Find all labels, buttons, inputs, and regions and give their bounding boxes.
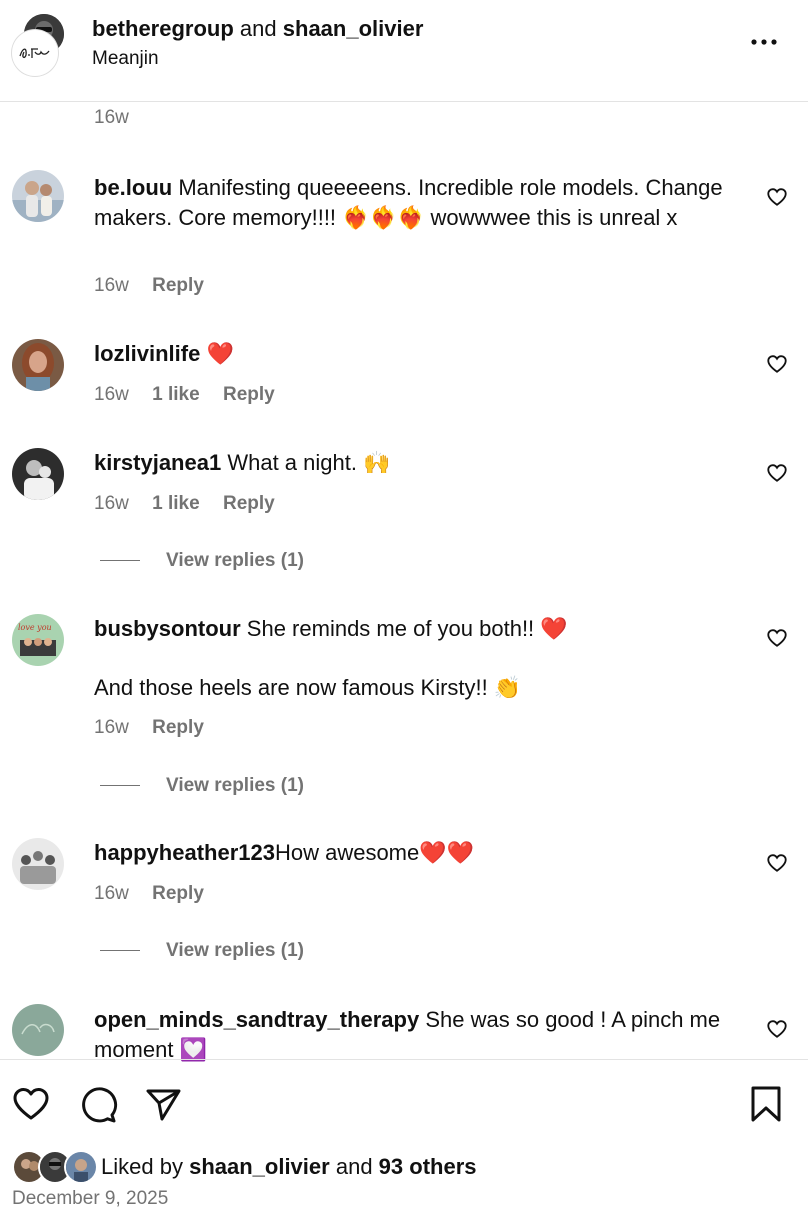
- liked-by-others-count[interactable]: 93 others: [379, 1154, 477, 1179]
- replies-divider-line: [100, 950, 140, 952]
- like-heart-icon[interactable]: [766, 186, 788, 208]
- comment-text: ❤️: [206, 341, 234, 366]
- reply-button[interactable]: Reply: [152, 883, 204, 904]
- action-bar-divider: [0, 1059, 808, 1060]
- avatar: [64, 1150, 98, 1184]
- comment-body: happyheather123How awesome❤️❤️: [94, 838, 734, 868]
- comment-body: open_minds_sandtray_therapy She was so g…: [94, 1005, 734, 1064]
- likes-count[interactable]: 1 like: [152, 493, 200, 514]
- more-horizontal-icon[interactable]: [748, 26, 780, 58]
- comment-username[interactable]: be.louu: [94, 175, 172, 200]
- comment-meta: 16w Reply: [94, 275, 222, 297]
- svg-text:love you: love you: [18, 623, 52, 632]
- comment-username[interactable]: lozlivinlife: [94, 341, 200, 366]
- comment-meta: 16w Reply: [94, 883, 222, 905]
- comment-meta: 16w Reply: [94, 717, 222, 739]
- post-date: December 9, 2025: [12, 1188, 169, 1209]
- like-heart-icon[interactable]: [766, 353, 788, 375]
- avatar[interactable]: [12, 339, 64, 391]
- avatar[interactable]: [12, 838, 64, 890]
- liked-by-joiner: and: [335, 1154, 379, 1179]
- comment-body: be.louu Manifesting queeeeens. Incredibl…: [94, 173, 734, 232]
- comment-text: What a night. 🙌: [227, 450, 391, 475]
- like-heart-icon[interactable]: [766, 1018, 788, 1040]
- replies-divider-line: [100, 785, 140, 787]
- authors-joiner: and: [239, 16, 277, 41]
- comment-time: 16w: [94, 384, 129, 405]
- comment-text: Manifesting queeeeens. Incredible role m…: [94, 175, 723, 230]
- reply-button[interactable]: Reply: [152, 717, 204, 738]
- comment-body: busbysontour She reminds me of you both!…: [94, 614, 734, 644]
- comment-time: 16w: [94, 275, 129, 296]
- view-replies-button[interactable]: View replies (1): [100, 940, 304, 962]
- reply-button[interactable]: Reply: [152, 275, 204, 296]
- avatar[interactable]: love you: [12, 614, 64, 666]
- caption-timestamp: 16w: [94, 107, 129, 128]
- comment-meta: 16w 1 like Reply: [94, 384, 293, 406]
- comment-text: She reminds me of you both!! ❤️: [246, 616, 568, 641]
- comment-username[interactable]: busbysontour: [94, 616, 241, 641]
- comment-time: 16w: [94, 883, 129, 904]
- comment-time: 16w: [94, 717, 129, 738]
- like-heart-icon[interactable]: [766, 462, 788, 484]
- author-link-2[interactable]: shaan_olivier: [283, 16, 424, 41]
- like-heart-icon[interactable]: [766, 852, 788, 874]
- comment-bubble-icon[interactable]: [78, 1084, 118, 1124]
- post-location[interactable]: Meanjin: [92, 48, 159, 70]
- comment-body: lozlivinlife ❤️: [94, 339, 734, 369]
- view-replies-button[interactable]: View replies (1): [100, 550, 304, 572]
- view-replies-button[interactable]: View replies (1): [100, 775, 304, 797]
- avatar[interactable]: [12, 448, 64, 500]
- author-link-1[interactable]: betheregroup: [92, 16, 234, 41]
- view-replies-label: View replies (1): [166, 940, 304, 961]
- liked-by-user[interactable]: shaan_olivier: [189, 1154, 330, 1179]
- comment-username[interactable]: kirstyjanea1: [94, 450, 221, 475]
- post-header: betheregroup and shaan_olivier Meanjin: [0, 0, 808, 102]
- like-heart-icon[interactable]: [766, 627, 788, 649]
- share-send-icon[interactable]: [143, 1084, 183, 1124]
- comment-username[interactable]: open_minds_sandtray_therapy: [94, 1007, 419, 1032]
- like-heart-icon[interactable]: [11, 1084, 51, 1124]
- view-replies-label: View replies (1): [166, 550, 304, 571]
- liked-by-text[interactable]: Liked by shaan_olivier and 93 others: [101, 1154, 477, 1180]
- replies-divider-line: [100, 560, 140, 562]
- comment-time: 16w: [94, 493, 129, 514]
- collab-avatars[interactable]: [12, 14, 66, 76]
- comment-text-second-paragraph: And those heels are now famous Kirsty!! …: [94, 675, 522, 700]
- comment-meta: 16w 1 like Reply: [94, 493, 293, 515]
- comment-username[interactable]: happyheather123: [94, 840, 275, 865]
- bookmark-icon[interactable]: [746, 1084, 786, 1124]
- reply-button[interactable]: Reply: [223, 384, 275, 405]
- comment-text: How awesome❤️❤️: [274, 840, 475, 865]
- liked-by-prefix: Liked by: [101, 1154, 183, 1179]
- comment-body: kirstyjanea1 What a night. 🙌: [94, 448, 734, 478]
- reply-button[interactable]: Reply: [223, 493, 275, 514]
- liked-by-others[interactable]: and 93 others: [336, 1154, 477, 1179]
- view-replies-label: View replies (1): [166, 775, 304, 796]
- post-authors: betheregroup and shaan_olivier: [92, 15, 423, 43]
- avatar[interactable]: [12, 1004, 64, 1056]
- likes-count[interactable]: 1 like: [152, 384, 200, 405]
- avatar[interactable]: [12, 170, 64, 222]
- avatar-betheregroup[interactable]: [12, 30, 58, 76]
